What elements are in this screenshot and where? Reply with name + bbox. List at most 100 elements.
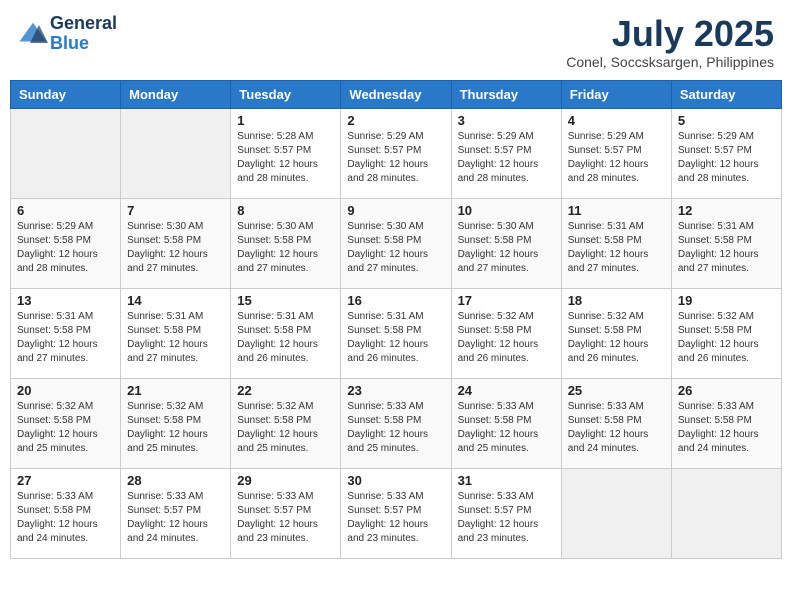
day-info: Sunrise: 5:29 AMSunset: 5:57 PMDaylight:…	[568, 130, 665, 186]
day-info: Sunrise: 5:29 AMSunset: 5:57 PMDaylight:…	[347, 130, 444, 186]
day-info: Sunrise: 5:32 AMSunset: 5:58 PMDaylight:…	[17, 400, 114, 456]
calendar-cell	[121, 108, 231, 198]
calendar-cell: 11Sunrise: 5:31 AMSunset: 5:58 PMDayligh…	[561, 198, 671, 288]
day-info: Sunrise: 5:31 AMSunset: 5:58 PMDaylight:…	[347, 310, 444, 366]
day-info: Sunrise: 5:30 AMSunset: 5:58 PMDaylight:…	[458, 220, 555, 276]
day-info: Sunrise: 5:32 AMSunset: 5:58 PMDaylight:…	[127, 400, 224, 456]
calendar-cell: 26Sunrise: 5:33 AMSunset: 5:58 PMDayligh…	[671, 378, 781, 468]
day-info: Sunrise: 5:29 AMSunset: 5:57 PMDaylight:…	[678, 130, 775, 186]
day-info: Sunrise: 5:33 AMSunset: 5:57 PMDaylight:…	[237, 490, 334, 546]
day-number: 6	[17, 203, 114, 218]
day-info: Sunrise: 5:33 AMSunset: 5:58 PMDaylight:…	[568, 400, 665, 456]
logo-text: General Blue	[50, 14, 117, 54]
weekday-header-tuesday: Tuesday	[231, 80, 341, 108]
day-number: 5	[678, 113, 775, 128]
day-info: Sunrise: 5:33 AMSunset: 5:58 PMDaylight:…	[17, 490, 114, 546]
calendar-cell: 3Sunrise: 5:29 AMSunset: 5:57 PMDaylight…	[451, 108, 561, 198]
calendar-cell: 13 Sunrise: 5:31 AMSunset: 5:58 PMDayligh…	[11, 288, 121, 378]
calendar-cell: 17Sunrise: 5:32 AMSunset: 5:58 PMDayligh…	[451, 288, 561, 378]
calendar-cell: 6 Sunrise: 5:29 AMSunset: 5:58 PMDaylight…	[11, 198, 121, 288]
subtitle: Conel, Soccsksargen, Philippines	[566, 54, 774, 70]
day-number: 7	[127, 203, 224, 218]
day-number: 31	[458, 473, 555, 488]
calendar-cell	[11, 108, 121, 198]
day-number: 4	[568, 113, 665, 128]
calendar-week-2: 6 Sunrise: 5:29 AMSunset: 5:58 PMDaylight…	[11, 198, 782, 288]
day-info: Sunrise: 5:32 AMSunset: 5:58 PMDaylight:…	[678, 310, 775, 366]
day-info: Sunrise: 5:33 AMSunset: 5:57 PMDaylight:…	[458, 490, 555, 546]
day-info: Sunrise: 5:31 AMSunset: 5:58 PMDaylight:…	[17, 310, 114, 366]
day-number: 26	[678, 383, 775, 398]
weekday-header-friday: Friday	[561, 80, 671, 108]
day-number: 20	[17, 383, 114, 398]
day-number: 18	[568, 293, 665, 308]
calendar-cell: 25 Sunrise: 5:33 AMSunset: 5:58 PMDayligh…	[561, 378, 671, 468]
weekday-header-sunday: Sunday	[11, 80, 121, 108]
day-number: 8	[237, 203, 334, 218]
day-info: Sunrise: 5:30 AMSunset: 5:58 PMDaylight:…	[237, 220, 334, 276]
day-number: 2	[347, 113, 444, 128]
calendar-cell: 16 Sunrise: 5:31 AMSunset: 5:58 PMDayligh…	[341, 288, 451, 378]
logo-line1: General	[50, 14, 117, 34]
day-number: 3	[458, 113, 555, 128]
day-info: Sunrise: 5:31 AMSunset: 5:58 PMDaylight:…	[237, 310, 334, 366]
calendar-cell: 29 Sunrise: 5:33 AMSunset: 5:57 PMDayligh…	[231, 468, 341, 558]
day-info: Sunrise: 5:32 AMSunset: 5:58 PMDaylight:…	[237, 400, 334, 456]
calendar-cell: 5 Sunrise: 5:29 AMSunset: 5:57 PMDaylight…	[671, 108, 781, 198]
page-header: General Blue July 2025 Conel, Soccsksarg…	[10, 10, 782, 74]
day-info: Sunrise: 5:32 AMSunset: 5:58 PMDaylight:…	[568, 310, 665, 366]
weekday-header-saturday: Saturday	[671, 80, 781, 108]
day-info: Sunrise: 5:33 AMSunset: 5:57 PMDaylight:…	[127, 490, 224, 546]
day-number: 1	[237, 113, 334, 128]
day-number: 27	[17, 473, 114, 488]
day-info: Sunrise: 5:33 AMSunset: 5:58 PMDaylight:…	[347, 400, 444, 456]
day-number: 29	[237, 473, 334, 488]
day-info: Sunrise: 5:33 AMSunset: 5:58 PMDaylight:…	[458, 400, 555, 456]
day-number: 30	[347, 473, 444, 488]
day-number: 22	[237, 383, 334, 398]
calendar-week-3: 13 Sunrise: 5:31 AMSunset: 5:58 PMDayligh…	[11, 288, 782, 378]
title-block: July 2025 Conel, Soccsksargen, Philippin…	[566, 14, 774, 70]
day-info: Sunrise: 5:31 AMSunset: 5:58 PMDaylight:…	[127, 310, 224, 366]
calendar-cell: 28Sunrise: 5:33 AMSunset: 5:57 PMDayligh…	[121, 468, 231, 558]
calendar-cell: 22 Sunrise: 5:32 AMSunset: 5:58 PMDayligh…	[231, 378, 341, 468]
calendar-cell: 19 Sunrise: 5:32 AMSunset: 5:58 PMDayligh…	[671, 288, 781, 378]
day-number: 19	[678, 293, 775, 308]
day-number: 16	[347, 293, 444, 308]
day-number: 13	[17, 293, 114, 308]
calendar-cell: 10 Sunrise: 5:30 AMSunset: 5:58 PMDayligh…	[451, 198, 561, 288]
day-number: 9	[347, 203, 444, 218]
calendar-cell: 2 Sunrise: 5:29 AMSunset: 5:57 PMDaylight…	[341, 108, 451, 198]
day-number: 21	[127, 383, 224, 398]
calendar-cell: 30 Sunrise: 5:33 AMSunset: 5:57 PMDayligh…	[341, 468, 451, 558]
logo: General Blue	[18, 14, 117, 54]
day-number: 23	[347, 383, 444, 398]
calendar-cell: 7 Sunrise: 5:30 AMSunset: 5:58 PMDaylight…	[121, 198, 231, 288]
logo-icon	[18, 19, 48, 49]
calendar-cell: 15 Sunrise: 5:31 AMSunset: 5:58 PMDayligh…	[231, 288, 341, 378]
day-info: Sunrise: 5:30 AMSunset: 5:58 PMDaylight:…	[127, 220, 224, 276]
calendar-cell: 1Sunrise: 5:28 AMSunset: 5:57 PMDaylight…	[231, 108, 341, 198]
day-number: 15	[237, 293, 334, 308]
day-info: Sunrise: 5:32 AMSunset: 5:58 PMDaylight:…	[458, 310, 555, 366]
calendar-cell: 4 Sunrise: 5:29 AMSunset: 5:57 PMDaylight…	[561, 108, 671, 198]
calendar-header-row: SundayMondayTuesdayWednesdayThursdayFrid…	[11, 80, 782, 108]
day-number: 10	[458, 203, 555, 218]
day-info: Sunrise: 5:33 AMSunset: 5:57 PMDaylight:…	[347, 490, 444, 546]
calendar-cell: 24 Sunrise: 5:33 AMSunset: 5:58 PMDayligh…	[451, 378, 561, 468]
day-info: Sunrise: 5:29 AMSunset: 5:58 PMDaylight:…	[17, 220, 114, 276]
calendar-cell: 31 Sunrise: 5:33 AMSunset: 5:57 PMDayligh…	[451, 468, 561, 558]
logo-line2: Blue	[50, 34, 117, 54]
day-number: 12	[678, 203, 775, 218]
day-number: 24	[458, 383, 555, 398]
calendar-cell: 23 Sunrise: 5:33 AMSunset: 5:58 PMDayligh…	[341, 378, 451, 468]
calendar-week-5: 27 Sunrise: 5:33 AMSunset: 5:58 PMDayligh…	[11, 468, 782, 558]
day-number: 25	[568, 383, 665, 398]
weekday-header-monday: Monday	[121, 80, 231, 108]
calendar-cell	[671, 468, 781, 558]
calendar-cell: 9 Sunrise: 5:30 AMSunset: 5:58 PMDaylight…	[341, 198, 451, 288]
calendar-cell: 20 Sunrise: 5:32 AMSunset: 5:58 PMDayligh…	[11, 378, 121, 468]
day-number: 14	[127, 293, 224, 308]
calendar-cell: 21 Sunrise: 5:32 AMSunset: 5:58 PMDayligh…	[121, 378, 231, 468]
day-info: Sunrise: 5:30 AMSunset: 5:58 PMDaylight:…	[347, 220, 444, 276]
